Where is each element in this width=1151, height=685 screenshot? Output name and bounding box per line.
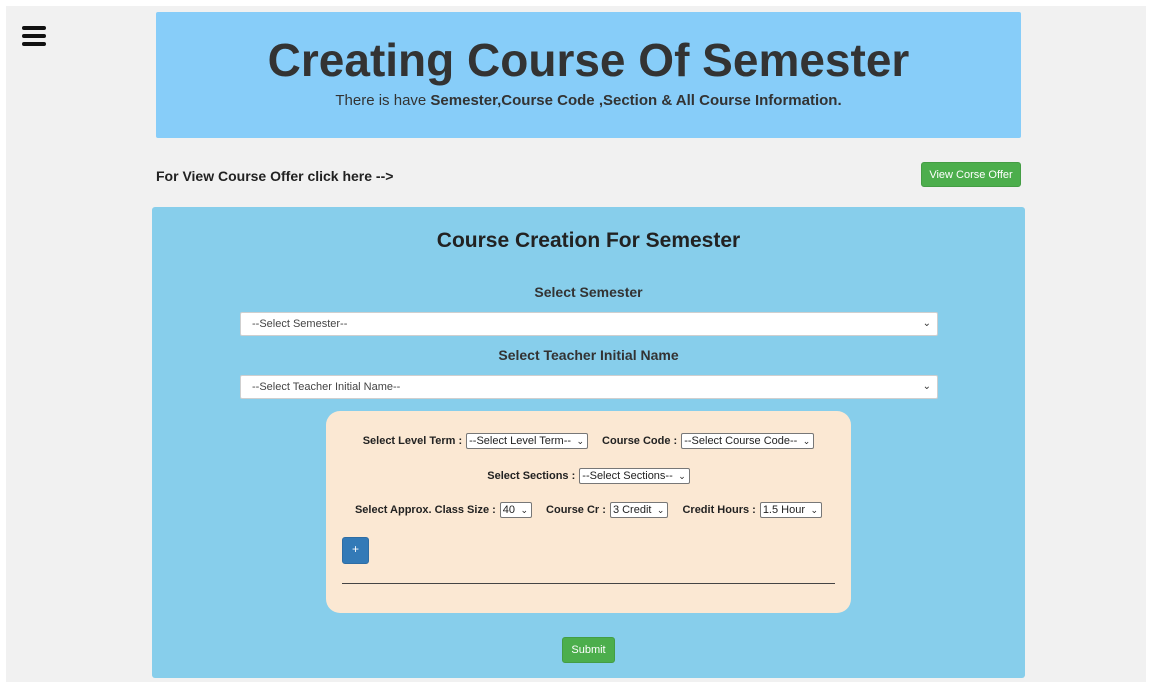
- course-code-value: --Select Course Code--: [684, 435, 798, 447]
- size-credit-row: Select Approx. Class Size : 40 ⌄ Course Cr …: [326, 502, 851, 518]
- course-offer-row: For View Course Offer click here --> Vie…: [156, 161, 1021, 189]
- teacher-select-value: --Select Teacher Initial Name--: [252, 381, 401, 393]
- hamburger-bar: [22, 42, 46, 46]
- chevron-down-icon: ⌄: [922, 381, 931, 392]
- chevron-down-icon: ⌄: [656, 505, 665, 515]
- page-subtitle: There is have Semester,Course Code ,Sect…: [156, 92, 1021, 109]
- semester-select[interactable]: --Select Semester-- ⌄: [240, 312, 938, 336]
- level-term-select[interactable]: --Select Level Term-- ⌄: [466, 433, 589, 449]
- page: Creating Course Of Semester There is hav…: [6, 6, 1146, 682]
- semester-select-value: --Select Semester--: [252, 318, 348, 330]
- chevron-down-icon: ⌄: [678, 471, 686, 481]
- chevron-down-icon: ⌄: [576, 436, 585, 446]
- subtitle-bold: Semester,Course Code ,Section & All Cour…: [430, 92, 842, 109]
- course-cr-select[interactable]: 3 Credit ⌄: [609, 502, 669, 518]
- submit-button[interactable]: Submit: [562, 637, 615, 663]
- sections-row: Select Sections : --Select Sections-- ⌄: [326, 468, 851, 484]
- teacher-label: Select Teacher Initial Name: [498, 347, 679, 363]
- level-course-row: Select Level Term : --Select Level Term--…: [326, 433, 851, 449]
- chevron-down-icon: ⌄: [802, 436, 811, 446]
- course-cr-label: Course Cr :: [546, 503, 606, 516]
- divider: [342, 583, 835, 584]
- add-course-button[interactable]: +: [342, 537, 369, 564]
- sections-label: Select Sections :: [487, 469, 576, 482]
- class-size-label: Select Approx. Class Size :: [354, 503, 496, 516]
- credit-hours-value: 1.5 Hour: [762, 504, 806, 516]
- view-course-offer-button[interactable]: View Corse Offer: [921, 162, 1021, 187]
- sections-value: --Select Sections--: [582, 470, 673, 482]
- sections-select[interactable]: --Select Sections-- ⌄: [579, 468, 690, 484]
- hamburger-menu-icon[interactable]: [22, 26, 46, 46]
- level-term-value: --Select Level Term--: [469, 435, 572, 447]
- class-size-select[interactable]: 40 ⌄: [499, 502, 533, 518]
- hamburger-bar: [22, 26, 46, 30]
- credit-hours-select[interactable]: 1.5 Hour ⌄: [759, 502, 823, 518]
- teacher-select[interactable]: --Select Teacher Initial Name-- ⌄: [240, 375, 938, 399]
- chevron-down-icon: ⌄: [810, 505, 819, 515]
- course-offer-text: For View Course Offer click here -->: [156, 168, 394, 184]
- course-code-label: Course Code :: [602, 434, 678, 447]
- form-title: Course Creation For Semester: [436, 229, 741, 252]
- hamburger-bar: [22, 34, 46, 38]
- course-cr-value: 3 Credit: [612, 504, 652, 516]
- chevron-down-icon: ⌄: [520, 505, 529, 515]
- page-title: Creating Course Of Semester: [267, 34, 910, 86]
- subtitle-plain: There is have: [335, 92, 431, 109]
- course-code-select[interactable]: --Select Course Code-- ⌄: [681, 433, 815, 449]
- course-details-box: Select Level Term : --Select Level Term--…: [326, 411, 851, 613]
- chevron-down-icon: ⌄: [922, 318, 931, 329]
- course-creation-panel: Course Creation For Semester Select Seme…: [152, 207, 1025, 678]
- level-term-label: Select Level Term :: [362, 434, 463, 447]
- class-size-value: 40: [502, 504, 516, 516]
- header-banner: Creating Course Of Semester There is hav…: [156, 12, 1021, 138]
- credit-hours-label: Credit Hours :: [682, 503, 756, 516]
- semester-label: Select Semester: [534, 284, 643, 300]
